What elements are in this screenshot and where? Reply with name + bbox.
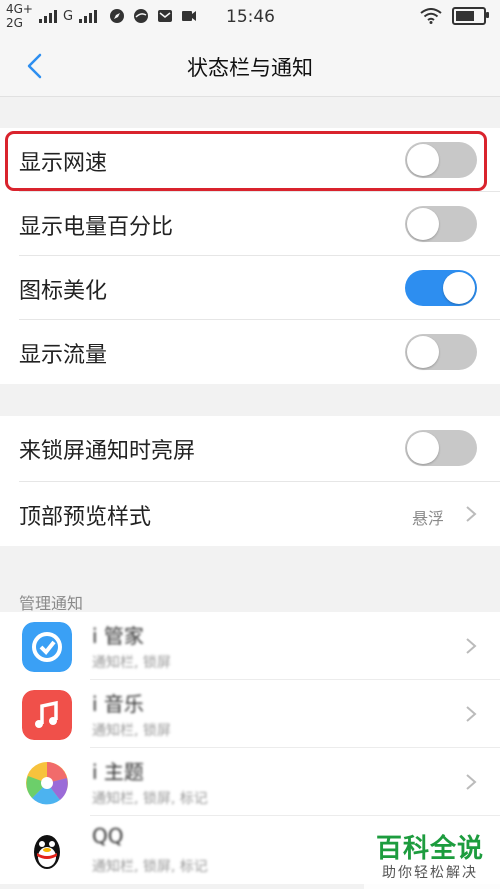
chevron-right-icon [466,638,477,654]
shield-app-icon [22,622,72,672]
app-row[interactable]: i 主题 通知栏, 锁屏, 标记 [0,748,500,816]
battery-icon [452,7,489,25]
mail-icon [158,10,173,22]
setting-label: 显示流量 [19,343,108,368]
app-sub: 通知栏, 锁屏, 标记 [92,859,208,875]
app-row[interactable]: i 音乐 通知栏, 锁屏 [0,680,500,748]
setting-label: 图标美化 [19,279,108,304]
network-bottom-label: 2G [6,16,23,30]
watermark-title: 百科全说 [376,834,485,864]
network-secondary-label: G [63,8,74,24]
setting-label: 顶部预览样式 [19,505,152,530]
chevron-right-icon [466,774,477,790]
app-sub: 通知栏, 锁屏, 标记 [92,791,208,807]
signal-icon [39,9,57,23]
section-label: 管理通知 [19,594,84,613]
setting-label: 显示电量百分比 [19,215,174,240]
app-sub: 通知栏, 锁屏 [92,723,171,739]
setting-row-wake-screen[interactable]: 来锁屏通知时亮屏 [0,416,500,482]
app-name: i 管家 [92,624,144,648]
setting-label: 来锁屏通知时亮屏 [19,439,196,464]
wifi-icon [420,8,442,24]
theme-app-icon [26,762,68,805]
setting-row-show-traffic[interactable]: 显示流量 [0,320,500,384]
setting-row-icon-beautify[interactable]: 图标美化 [0,256,500,320]
chevron-right-icon [466,506,477,522]
nav-header: 状态栏与通知 [0,36,500,97]
setting-row-battery-percent[interactable]: 显示电量百分比 [0,192,500,256]
status-left: 4G+ 2G G [6,2,197,30]
network-top-label: 4G+ [6,2,33,16]
wake-screen-toggle[interactable] [405,430,477,466]
highlight-box [5,131,487,191]
battery-percent-toggle[interactable] [405,206,477,242]
compass-icon [110,9,125,23]
browser-icon [134,9,149,23]
app-name: i 主题 [92,760,144,784]
app-name: QQ [92,824,124,848]
watermark: 百科全说 助你轻松解决 [364,826,500,889]
clock: 15:46 [226,7,275,27]
traffic-toggle[interactable] [405,334,477,370]
app-name: i 音乐 [92,692,144,716]
watermark-subtitle: 助你轻松解决 [382,865,478,881]
music-app-icon [22,690,72,740]
page-title: 状态栏与通知 [187,56,313,80]
icon-beautify-toggle[interactable] [405,270,477,306]
setting-row-preview-style[interactable]: 顶部预览样式 悬浮 [0,482,500,546]
chevron-right-icon [466,706,477,722]
app-row[interactable]: i 管家 通知栏, 锁屏 [0,612,500,680]
app-sub: 通知栏, 锁屏 [92,655,171,671]
status-bar: 4G+ 2G G 15:46 [0,0,500,36]
signal-secondary-icon [79,9,98,23]
screen-settings-group: 来锁屏通知时亮屏 顶部预览样式 悬浮 [0,416,500,546]
video-icon [182,11,197,21]
preview-style-value: 悬浮 [411,509,444,528]
network-type: 4G+ 2G [6,2,33,30]
qq-app-icon [22,826,72,876]
